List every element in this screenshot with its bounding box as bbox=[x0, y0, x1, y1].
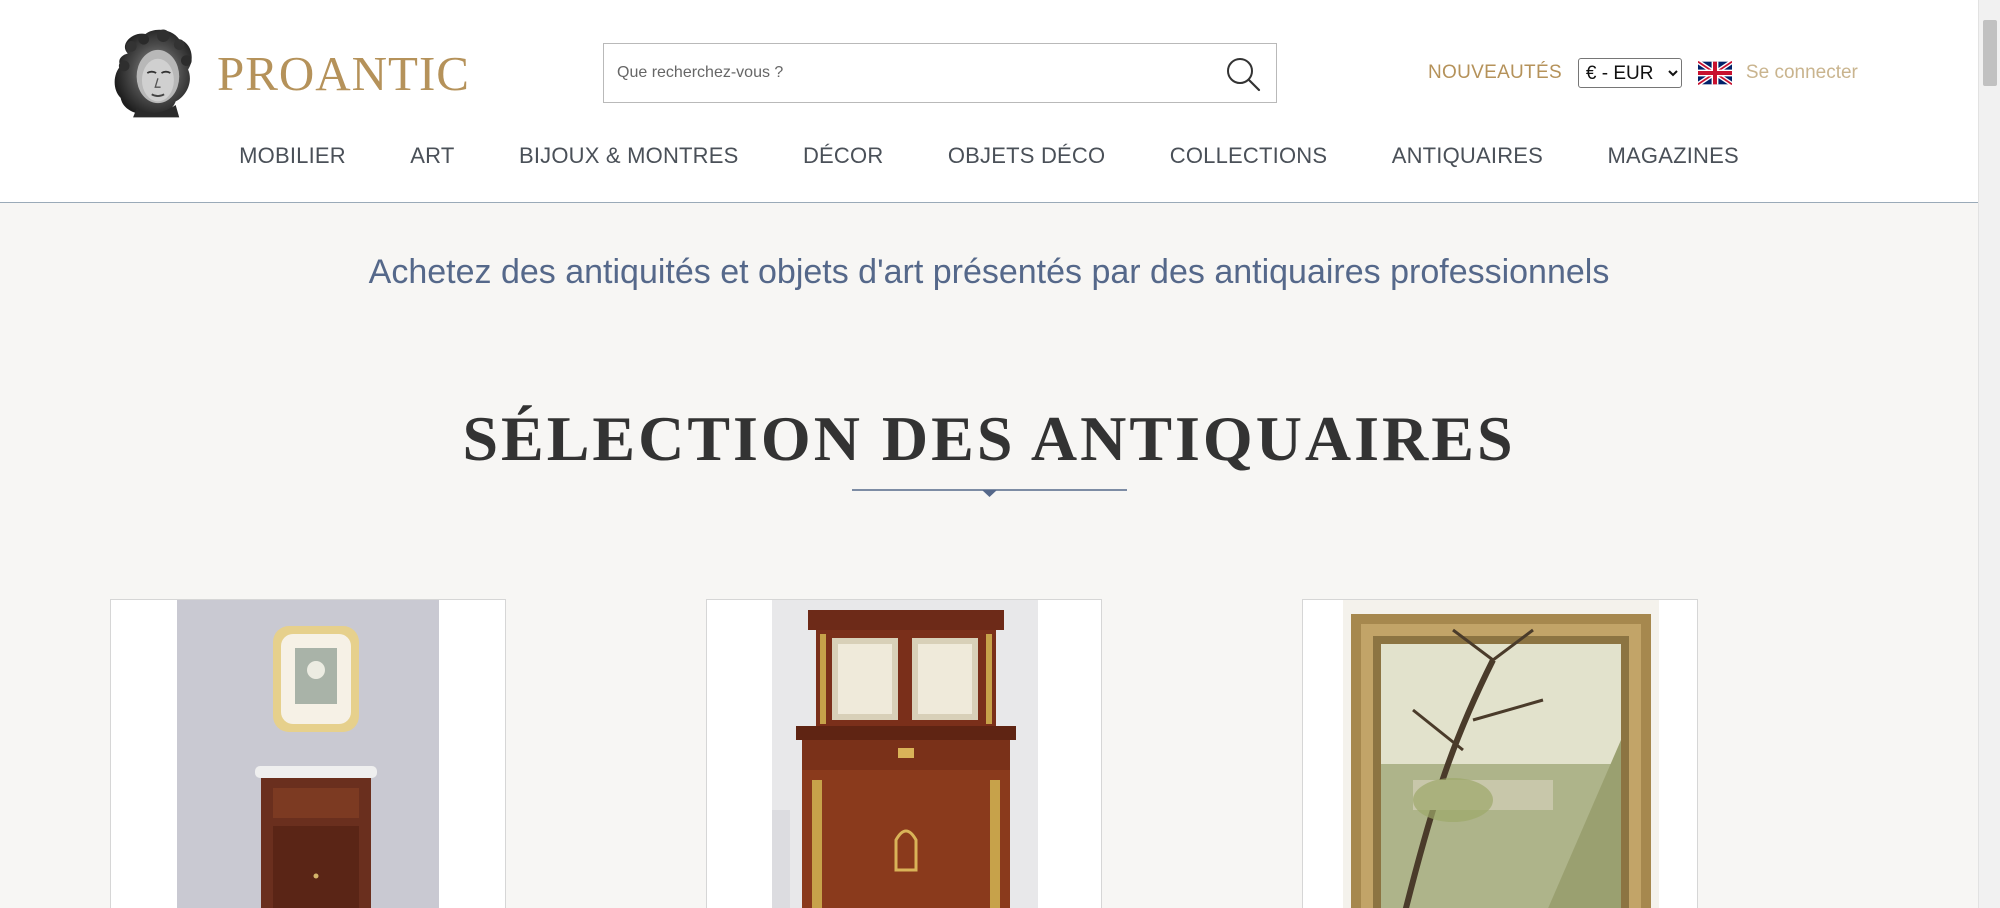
login-link[interactable]: Se connecter bbox=[1746, 62, 1858, 84]
nav-item-objets-deco[interactable]: OBJETS DÉCO bbox=[948, 143, 1105, 169]
header-actions: NOUVEAUTÉS € - EUR Se connecter bbox=[1428, 55, 1858, 91]
section-title: SÉLECTION DES ANTIQUAIRES bbox=[462, 403, 1516, 474]
site-header: PROANTIC NOUVEAUTÉS € - EUR Se connecter… bbox=[0, 0, 1978, 203]
nav-item-art[interactable]: ART bbox=[410, 143, 454, 169]
search-icon[interactable] bbox=[1224, 55, 1262, 93]
title-divider bbox=[852, 489, 1127, 497]
page-tagline: Achetez des antiquités et objets d'art p… bbox=[368, 253, 1610, 291]
currency-select[interactable]: € - EUR bbox=[1577, 58, 1682, 88]
nav-item-bijoux-montres[interactable]: BIJOUX & MONTRES bbox=[519, 143, 739, 169]
nav-item-antiquaires[interactable]: ANTIQUAIRES bbox=[1392, 143, 1543, 169]
product-card-3[interactable] bbox=[1302, 599, 1698, 908]
product-card-2[interactable] bbox=[706, 599, 1102, 908]
scrollbar-thumb[interactable] bbox=[1983, 20, 1997, 86]
nav-item-magazines[interactable]: MAGAZINES bbox=[1608, 143, 1739, 169]
site-logo[interactable]: PROANTIC bbox=[110, 18, 470, 128]
vertical-scrollbar[interactable] bbox=[1978, 0, 2000, 908]
product-card-1[interactable] bbox=[110, 599, 506, 908]
product-image-mirror-cabinet bbox=[177, 600, 439, 908]
nav-item-decor[interactable]: DÉCOR bbox=[803, 143, 883, 169]
product-image-painting bbox=[1343, 600, 1659, 908]
news-link[interactable]: NOUVEAUTÉS bbox=[1428, 62, 1562, 84]
logo-text: PROANTIC bbox=[216, 45, 470, 101]
search-box bbox=[603, 43, 1277, 103]
main-nav: MOBILIER ART BIJOUX & MONTRES DÉCOR OBJE… bbox=[0, 143, 1978, 169]
nav-item-collections[interactable]: COLLECTIONS bbox=[1170, 143, 1327, 169]
nav-item-mobilier[interactable]: MOBILIER bbox=[239, 143, 346, 169]
logo-head-icon bbox=[114, 29, 192, 118]
search-input[interactable] bbox=[604, 44, 1194, 102]
product-image-secretary bbox=[772, 600, 1038, 908]
uk-flag-icon[interactable] bbox=[1697, 61, 1732, 85]
